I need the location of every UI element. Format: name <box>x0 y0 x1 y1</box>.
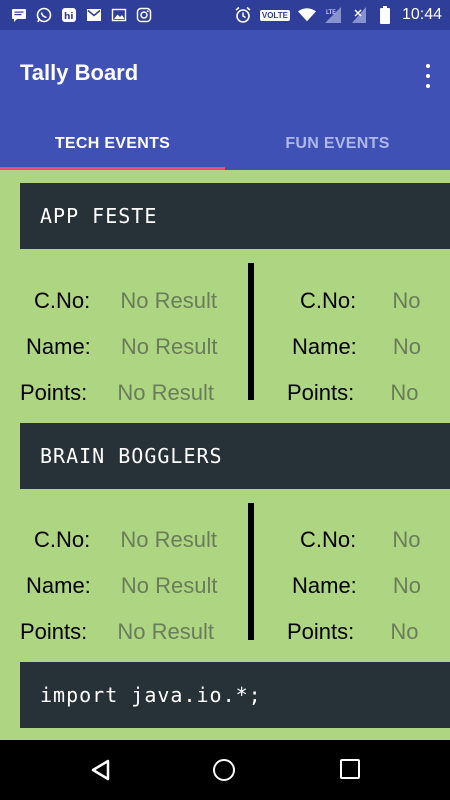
events-list[interactable]: APP FESTE C.No: No Result Name: No Resul… <box>0 170 450 740</box>
column-divider <box>248 263 254 400</box>
name-label: Name: <box>292 334 357 359</box>
status-bar: hi VOLTE LTE 10:44 <box>0 0 450 30</box>
points-value: No Result <box>117 619 214 644</box>
more-vert-icon[interactable] <box>420 64 436 88</box>
right-cno-row: C.No: No <box>300 288 421 314</box>
right-points-row: Points: No <box>287 380 419 406</box>
cno-label: C.No: <box>300 288 357 313</box>
name-value: No Result <box>120 573 218 598</box>
right-name-row: Name: No <box>292 334 421 360</box>
cno-value: No Result <box>120 527 217 552</box>
cno-label: C.No: <box>300 527 357 552</box>
notification-icons: hi <box>10 5 153 25</box>
app-bar: Tally Board TECH EVENTS FUN EVENTS <box>0 30 450 170</box>
battery-icon <box>376 6 394 24</box>
navigation-bar <box>0 740 450 800</box>
message-icon <box>10 6 28 24</box>
points-value: No <box>390 380 419 405</box>
name-value: No <box>392 573 422 598</box>
points-label: Points: <box>20 380 88 405</box>
event-header-import-java-io[interactable]: import java.io.*; <box>20 662 450 728</box>
points-value: No Result <box>117 380 214 405</box>
event-header-app-feste[interactable]: APP FESTE <box>20 183 450 249</box>
system-icons: VOLTE LTE 10:44 <box>234 4 442 26</box>
app-title: Tally Board <box>20 60 139 85</box>
points-label: Points: <box>20 619 88 644</box>
left-points-row: Points: No Result <box>20 380 214 406</box>
left-cno-row: C.No: No Result <box>34 527 217 553</box>
svg-text:hi: hi <box>64 12 74 22</box>
tab-tech-events[interactable]: TECH EVENTS <box>0 118 225 170</box>
no-sim-icon <box>350 6 368 24</box>
cno-value: No <box>392 527 421 552</box>
event-title: APP FESTE <box>40 204 158 228</box>
cno-value: No <box>392 288 421 313</box>
left-name-row: Name: No Result <box>26 334 218 360</box>
instagram-icon <box>135 6 153 24</box>
name-label: Name: <box>26 573 91 598</box>
tab-bar: TECH EVENTS FUN EVENTS <box>0 118 450 170</box>
name-value: No <box>392 334 422 359</box>
left-points-row: Points: No Result <box>20 619 214 645</box>
points-label: Points: <box>287 380 355 405</box>
home-icon[interactable] <box>213 759 235 781</box>
points-label: Points: <box>287 619 355 644</box>
right-points-row: Points: No <box>287 619 419 645</box>
volte-icon: VOLTE <box>259 9 290 21</box>
clock: 10:44 <box>401 6 442 23</box>
left-name-row: Name: No Result <box>26 573 218 599</box>
right-cno-row: C.No: No <box>300 527 421 553</box>
gmail-icon <box>85 6 103 24</box>
event-title: import java.io.*; <box>40 683 262 707</box>
recents-icon[interactable] <box>340 759 360 779</box>
cno-label: C.No: <box>34 288 91 313</box>
name-label: Name: <box>292 573 357 598</box>
tab-fun-events[interactable]: FUN EVENTS <box>225 118 450 170</box>
back-icon[interactable] <box>90 759 112 786</box>
left-cno-row: C.No: No Result <box>34 288 217 314</box>
column-divider <box>248 503 254 640</box>
name-value: No Result <box>120 334 218 359</box>
event-title: BRAIN BOGGLERS <box>40 444 223 468</box>
points-value: No <box>390 619 419 644</box>
whatsapp-icon <box>35 6 53 24</box>
name-label: Name: <box>26 334 91 359</box>
wifi-icon <box>297 6 316 24</box>
cno-label: C.No: <box>34 527 91 552</box>
lte-signal-icon: LTE <box>324 6 342 24</box>
alarm-icon <box>234 6 252 24</box>
cno-value: No Result <box>120 288 217 313</box>
image-icon <box>110 6 128 24</box>
hike-icon: hi <box>60 6 78 24</box>
event-header-brain-bogglers[interactable]: BRAIN BOGGLERS <box>20 423 450 489</box>
right-name-row: Name: No <box>292 573 421 599</box>
svg-text:LTE: LTE <box>326 9 336 16</box>
